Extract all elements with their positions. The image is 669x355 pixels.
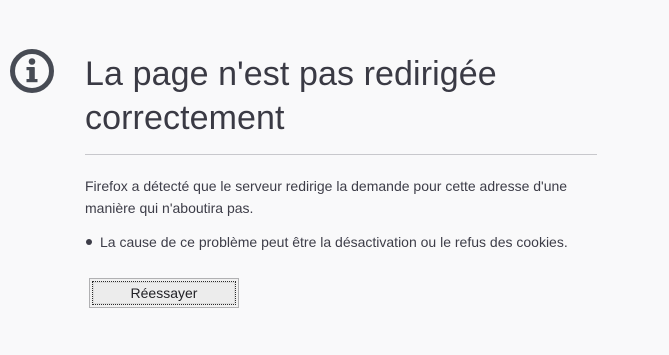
- bullet-icon: [86, 239, 92, 245]
- error-page: La page n'est pas redirigée correctement…: [0, 0, 669, 355]
- reason-list: La cause de ce problème peut être la dés…: [85, 231, 625, 253]
- reason-item: La cause de ce problème peut être la dés…: [85, 231, 625, 253]
- retry-button-label: Réessayer: [92, 281, 236, 305]
- page-title: La page n'est pas redirigée correctement: [85, 55, 497, 137]
- info-icon: [9, 48, 55, 94]
- reason-text: La cause de ce problème peut être la dés…: [100, 234, 568, 250]
- divider: [85, 154, 597, 155]
- retry-button[interactable]: Réessayer: [89, 278, 239, 308]
- error-description: Firefox a détecté que le serveur redirig…: [85, 178, 568, 216]
